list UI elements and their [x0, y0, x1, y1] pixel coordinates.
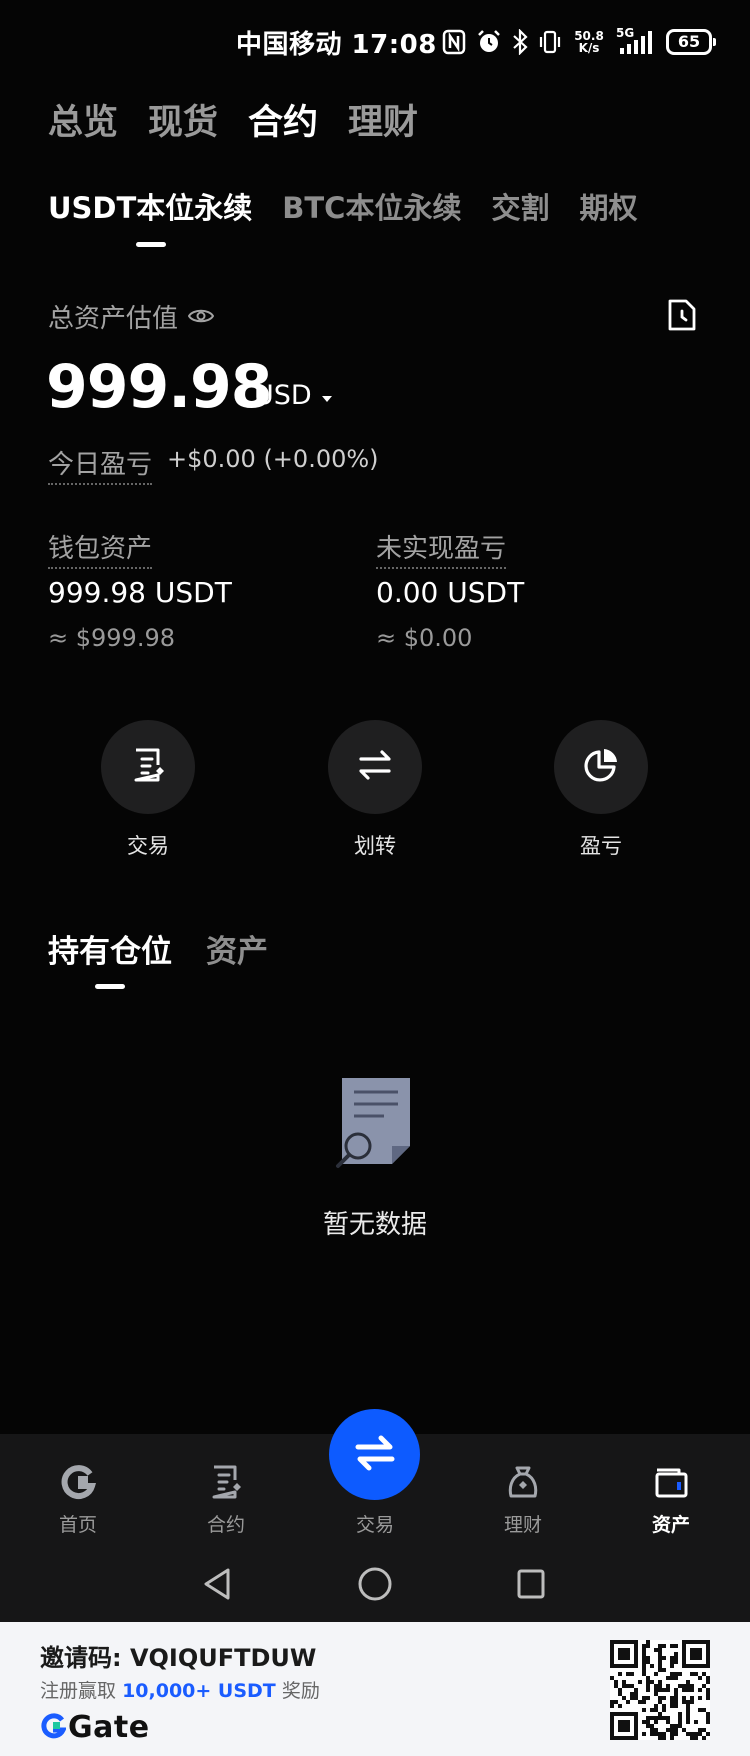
trade-circle[interactable]	[101, 720, 195, 814]
history-record-icon[interactable]	[666, 298, 698, 336]
invite-reward-text: 注册赢取 10,000+ USDT 奖励	[40, 1676, 320, 1703]
pnl-action-button[interactable]: 盈亏	[536, 720, 666, 860]
qr-code-image	[610, 1640, 710, 1740]
nav-finance-label: 理财	[503, 1514, 542, 1536]
sub-tab-indicator	[136, 242, 166, 247]
transfer-arrows-icon	[355, 745, 395, 789]
tab-contract[interactable]: 合约	[248, 94, 318, 145]
trade-action-button[interactable]: 交易	[83, 720, 213, 860]
wallet-assets-value: 999.98 USDT	[48, 576, 232, 609]
vibrate-icon	[538, 29, 562, 55]
currency-label: USD	[254, 380, 312, 411]
eye-icon[interactable]	[187, 302, 215, 332]
order-list-icon	[128, 745, 168, 789]
tab-assets[interactable]: 资产	[206, 926, 268, 971]
pie-chart-icon	[581, 745, 621, 789]
nav-contract-label: 合约	[206, 1514, 245, 1536]
empty-document-icon	[334, 1074, 418, 1174]
signal-icon: 5G	[616, 26, 656, 56]
nav-contract[interactable]: 合约	[171, 1462, 281, 1537]
wallet-assets-label[interactable]: 钱包资产	[48, 528, 153, 569]
alarm-icon	[476, 29, 502, 55]
top-tabs: 总览 现货 合约 理财	[48, 94, 418, 145]
transfer-action-button[interactable]: 划转	[310, 720, 440, 860]
tab-btc-perpetual[interactable]: BTC本位永续	[282, 185, 461, 227]
pnl-action-label: 盈亏	[580, 834, 622, 858]
empty-state-text: 暂无数据	[322, 1210, 427, 1240]
invite-reward-prefix: 注册赢取	[40, 1680, 117, 1702]
net-speed: 50.8 K/s	[574, 29, 604, 55]
contract-sub-tabs: USDT本位永续 BTC本位永续 交割 期权	[48, 185, 638, 227]
unrealized-pnl-approx: ≈ $0.00	[376, 624, 473, 652]
wallet-icon	[616, 1462, 726, 1502]
system-home-icon[interactable]	[357, 1566, 393, 1606]
trade-action-label: 交易	[127, 834, 169, 858]
caret-down-icon	[320, 380, 334, 411]
tab-finance[interactable]: 理财	[348, 94, 418, 145]
total-assets-value: 999.98	[46, 352, 273, 422]
system-back-icon[interactable]	[202, 1567, 232, 1605]
unrealized-pnl-value: 0.00 USDT	[376, 576, 525, 609]
money-bag-icon	[468, 1462, 578, 1502]
transfer-action-label: 划转	[354, 834, 396, 858]
trade-fab-button[interactable]	[329, 1409, 420, 1500]
invite-reward-suffix: 奖励	[281, 1680, 320, 1702]
unrealized-pnl-label[interactable]: 未实现盈亏	[376, 528, 507, 569]
bluetooth-icon	[512, 29, 528, 55]
pnl-circle[interactable]	[554, 720, 648, 814]
position-tab-indicator	[95, 984, 125, 989]
tab-open-positions[interactable]: 持有仓位	[48, 926, 172, 971]
position-tabs: 持有仓位 资产	[48, 926, 268, 971]
nav-assets-label: 资产	[651, 1514, 690, 1536]
tab-spot[interactable]: 现货	[148, 94, 218, 145]
today-pnl-value: +$0.00 (+0.00%)	[167, 445, 379, 473]
battery-icon: 65	[666, 29, 716, 55]
today-pnl-label[interactable]: 今日盈亏	[48, 444, 153, 485]
total-assets-label: 总资产估值	[48, 298, 215, 335]
total-assets-label-text: 总资产估值	[48, 304, 179, 334]
home-logo-icon	[23, 1462, 133, 1502]
tab-usdt-perpetual[interactable]: USDT本位永续	[48, 185, 252, 227]
nav-trade-label: 交易	[355, 1514, 394, 1536]
wallet-assets-approx: ≈ $999.98	[48, 624, 175, 652]
nav-assets[interactable]: 资产	[616, 1462, 726, 1537]
tab-overview[interactable]: 总览	[48, 94, 118, 145]
transfer-circle[interactable]	[328, 720, 422, 814]
tab-delivery[interactable]: 交割	[491, 185, 549, 227]
gate-logo-text: Gate	[68, 1710, 150, 1745]
gate-logo-icon	[40, 1712, 67, 1743]
contract-doc-icon	[171, 1462, 281, 1502]
system-recents-icon[interactable]	[516, 1568, 546, 1604]
invite-reward-amount: 10,000+ USDT	[122, 1680, 276, 1702]
nfc-icon	[442, 29, 466, 55]
nav-home-label: 首页	[58, 1514, 97, 1536]
status-icons: 50.8 K/s 5G 65	[442, 26, 716, 58]
swap-arrows-icon	[352, 1430, 398, 1480]
currency-selector[interactable]: USD	[254, 380, 334, 411]
gate-logo: Gate	[40, 1710, 150, 1745]
nav-finance[interactable]: 理财	[468, 1462, 578, 1537]
status-carrier-time: 中国移动 17:08	[236, 30, 437, 60]
invite-code-text: 邀请码: VQIQUFTDUW	[40, 1644, 317, 1672]
nav-home[interactable]: 首页	[23, 1462, 133, 1537]
tab-options[interactable]: 期权	[579, 185, 637, 227]
